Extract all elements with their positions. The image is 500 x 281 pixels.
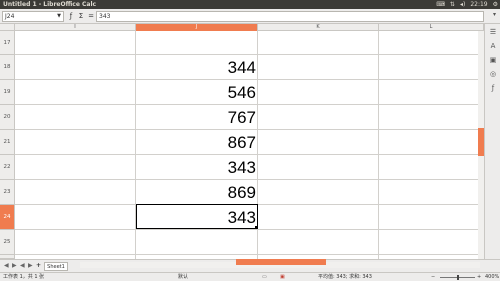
cell-j21[interactable]: 867	[136, 130, 258, 155]
zoom-out-icon[interactable]: −	[431, 273, 435, 281]
row-header-19[interactable]: 19	[0, 80, 15, 105]
next-sheet-icon[interactable]: ▶	[12, 262, 17, 269]
cell-j19[interactable]: 546	[136, 80, 258, 105]
row-header-18[interactable]: 18	[0, 55, 15, 80]
cell-j20[interactable]: 767	[136, 105, 258, 130]
cell-j22[interactable]: 343	[136, 155, 258, 180]
last-sheet-icon[interactable]: ▶	[28, 262, 33, 269]
sidebar-deck: ☰ A ▣ ◎ ƒ	[484, 24, 500, 259]
name-box-value: J24	[5, 13, 15, 20]
column-headers: I J K L	[0, 24, 484, 31]
row-header-17[interactable]: 17	[0, 31, 15, 55]
function-wizard-icon[interactable]: ƒ	[66, 11, 76, 22]
row-header-24[interactable]: 24	[0, 205, 15, 230]
formula-input[interactable]: 343	[96, 11, 484, 22]
system-tray: ⌨ ⇅ ◂) 22:19 ⚙	[436, 0, 498, 9]
expand-formula-icon[interactable]: ▾	[493, 11, 496, 18]
add-sheet-button[interactable]: +	[36, 262, 41, 269]
zoom-level[interactable]: 400%	[485, 273, 499, 281]
cell-j23[interactable]: 869	[136, 180, 258, 205]
select-all-corner[interactable]	[0, 24, 15, 31]
selection-sum[interactable]: 平均值: 343; 求和: 343	[318, 273, 372, 281]
name-box[interactable]: J24 ▼	[2, 11, 64, 22]
tab-sheet1-label: Sheet1	[47, 264, 65, 270]
language-icon[interactable]: ▭	[262, 273, 267, 281]
volume-icon[interactable]: ◂)	[460, 0, 465, 9]
fill-handle[interactable]	[255, 226, 258, 229]
formula-bar: J24 ▼ ƒ Σ = 343 ▾	[0, 9, 500, 24]
row-header-21[interactable]: 21	[0, 130, 15, 155]
window-title: Untitled 1 - LibreOffice Calc	[3, 1, 97, 8]
cell-j17[interactable]	[136, 31, 258, 55]
tab-sheet1[interactable]: Sheet1	[44, 262, 68, 271]
document-modified-icon[interactable]: ▣	[280, 273, 285, 281]
equals-icon[interactable]: =	[86, 11, 96, 22]
sheet-info: 工作表 1，共 1 张	[3, 274, 45, 280]
prev-sheet-icon[interactable]: ◀	[20, 262, 25, 269]
keyboard-icon[interactable]: ⌨	[436, 0, 445, 9]
zoom-slider-knob[interactable]	[457, 275, 459, 280]
cell-cursor	[136, 204, 258, 229]
clock[interactable]: 22:19	[470, 0, 487, 9]
zoom-in-icon[interactable]: +	[477, 273, 481, 281]
cell-j18[interactable]: 344	[136, 55, 258, 80]
spreadsheet-grid[interactable]: I J K L 17 18 344 19 546 20 767 21 867 2…	[0, 24, 484, 259]
title-bar: Untitled 1 - LibreOffice Calc ⌨ ⇅ ◂) 22:…	[0, 0, 500, 9]
formula-input-value: 343	[99, 13, 111, 20]
first-sheet-icon[interactable]: ◀	[4, 262, 9, 269]
row-header-20[interactable]: 20	[0, 105, 15, 130]
page-style[interactable]: 默认	[178, 273, 188, 281]
row-header-25[interactable]: 25	[0, 230, 15, 255]
chevron-down-icon[interactable]: ▼	[57, 12, 61, 21]
styles-icon[interactable]: A	[488, 41, 498, 51]
row-header-22[interactable]: 22	[0, 155, 15, 180]
column-header-j[interactable]: J	[136, 24, 258, 31]
settings-gear-icon[interactable]: ⚙	[493, 0, 498, 9]
horizontal-scrollbar-thumb[interactable]	[236, 259, 326, 265]
row-header-23[interactable]: 23	[0, 180, 15, 205]
cell-j25[interactable]	[136, 230, 258, 255]
column-header-k[interactable]: K	[258, 24, 379, 31]
status-bar: 工作表 1，共 1 张 默认 ▭ ▣ 平均值: 343; 求和: 343 − +…	[0, 272, 500, 281]
navigator-icon[interactable]: ◎	[488, 69, 498, 79]
gallery-icon[interactable]: ▣	[488, 55, 498, 65]
network-icon[interactable]: ⇅	[450, 0, 455, 9]
functions-icon[interactable]: ƒ	[488, 83, 498, 93]
properties-icon[interactable]: ☰	[488, 27, 498, 37]
column-header-l[interactable]: L	[379, 24, 484, 31]
sum-icon[interactable]: Σ	[76, 11, 86, 22]
column-header-i[interactable]: I	[15, 24, 136, 31]
